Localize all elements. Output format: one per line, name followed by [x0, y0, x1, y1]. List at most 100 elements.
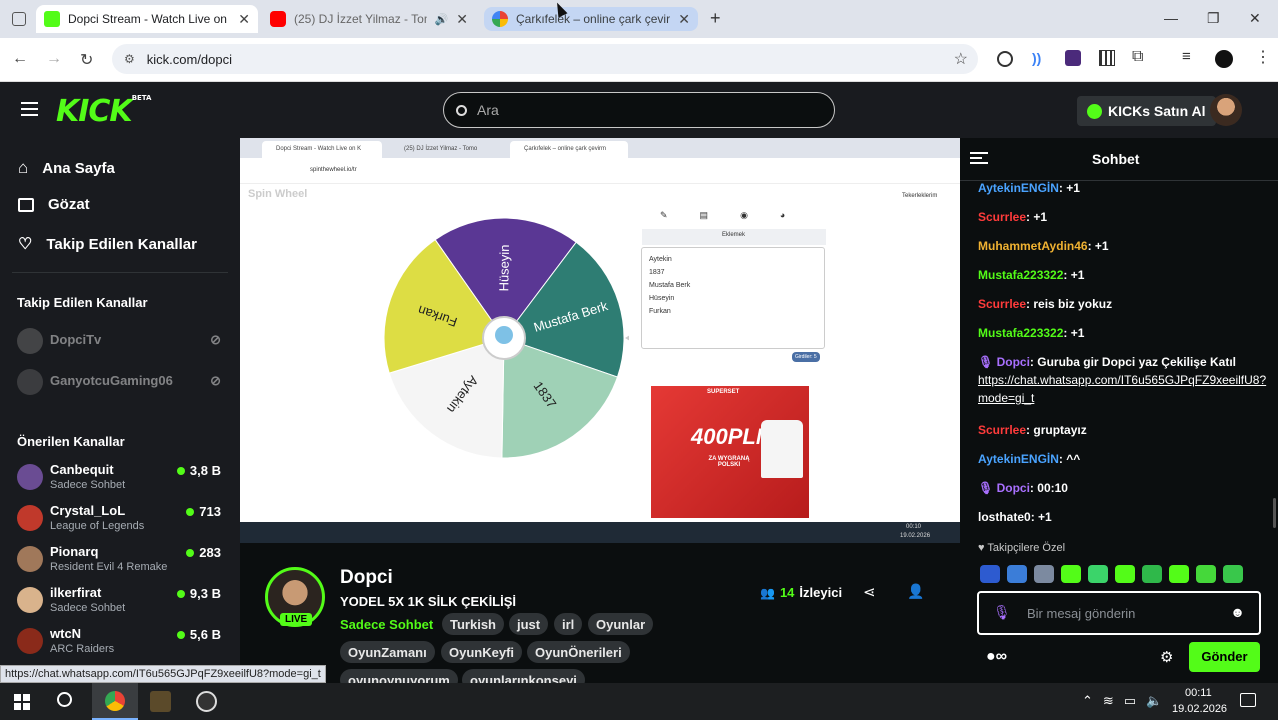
- kick-logo[interactable]: KICKBETA: [56, 94, 151, 129]
- address-bar[interactable]: ⚙ kick.com/dopci ☆: [112, 44, 978, 74]
- emote[interactable]: [1223, 565, 1243, 583]
- tag[interactable]: Turkish: [442, 613, 504, 635]
- chat-input[interactable]: 🎙 Bir mesaj gönderin ☻: [977, 591, 1261, 635]
- mic-icon[interactable]: 🎙: [993, 604, 1011, 621]
- send-button[interactable]: Gönder: [1189, 642, 1260, 672]
- chat-settings-icon[interactable]: ⚙: [1160, 648, 1173, 666]
- chat-link[interactable]: https://chat.whatsapp.com/IT6u565GJPqFZ9…: [978, 371, 1268, 407]
- emote[interactable]: [1061, 565, 1081, 583]
- followed-channel[interactable]: DopciTv ⊘: [17, 324, 227, 360]
- chat-username[interactable]: Mustafa223322: [978, 268, 1063, 282]
- follow-icon[interactable]: 👤: [907, 583, 924, 600]
- emote[interactable]: [1142, 565, 1162, 583]
- emote[interactable]: [1007, 565, 1027, 583]
- chat-username[interactable]: Dopci: [997, 481, 1030, 495]
- chat-username[interactable]: Scurrlee: [978, 210, 1026, 224]
- tab-kick[interactable]: Dopci Stream - Watch Live on Kick ✕: [36, 5, 258, 33]
- taskbar-clock[interactable]: 00:11: [1185, 687, 1212, 699]
- purple-extension-icon[interactable]: [1065, 50, 1081, 66]
- chat-username[interactable]: losthate0: [978, 510, 1031, 524]
- chat-username[interactable]: Scurrlee: [978, 423, 1026, 437]
- tag[interactable]: oyunoynuyorum: [340, 669, 458, 683]
- stream-category[interactable]: Sadece Sohbet: [340, 617, 433, 632]
- recommended-channel[interactable]: ilkerfirat Sadece Sohbet 9,3 B: [17, 583, 227, 619]
- new-tab-button[interactable]: +: [710, 8, 721, 29]
- forward-button[interactable]: →: [46, 50, 62, 68]
- site-info-icon[interactable]: ⚙: [124, 52, 135, 66]
- recommended-channel[interactable]: Canbequit Sadece Sohbet 3,8 B: [17, 460, 227, 496]
- recommended-channel[interactable]: Crystal_LoL League of Legends 713: [17, 501, 227, 537]
- extension-icon[interactable]: [997, 51, 1013, 67]
- taskbar-date[interactable]: 19.02.2026: [1172, 703, 1227, 715]
- recommended-channel[interactable]: wtcN ARC Raiders 5,6 B: [17, 624, 227, 660]
- emote[interactable]: [980, 565, 1000, 583]
- tag[interactable]: oyunlarınkonseyi: [462, 669, 585, 683]
- tag[interactable]: Oyunlar: [588, 613, 654, 635]
- emoji-icon[interactable]: ☻: [1230, 604, 1245, 620]
- chat-username[interactable]: Mustafa223322: [978, 326, 1063, 340]
- close-tab-icon[interactable]: ✕: [238, 11, 250, 28]
- hamburger-menu-icon[interactable]: [21, 102, 38, 116]
- emote[interactable]: [1169, 565, 1189, 583]
- grid-extension-icon[interactable]: [1099, 50, 1115, 66]
- followed-channel[interactable]: GanyotcuGaming06 ⊘: [17, 365, 227, 401]
- stream-info: LIVE Dopci YODEL 5X 1K SİLK ÇEKİLİŞİ Sad…: [240, 543, 960, 683]
- emote[interactable]: [1115, 565, 1135, 583]
- back-button[interactable]: ←: [12, 50, 28, 68]
- tag[interactable]: just: [509, 613, 549, 635]
- buy-kicks-button[interactable]: KICKs Satın Al: [1077, 96, 1216, 126]
- kicks-points-icon[interactable]: ●∞: [986, 648, 1007, 666]
- sidebar-item-browse[interactable]: Gözat: [18, 196, 90, 213]
- share-icon[interactable]: ⋖: [863, 583, 876, 601]
- tab-wheel[interactable]: Çarkıfelek – online çark çevirme ✕: [484, 7, 698, 31]
- tag[interactable]: OyunZamanı: [340, 641, 435, 663]
- chat-username[interactable]: Scurrlee: [978, 297, 1026, 311]
- minimize-button[interactable]: —: [1164, 10, 1178, 26]
- search-input[interactable]: Ara: [443, 92, 835, 128]
- spin-wheel[interactable]: HüseyinMustafa Berk1837AytekinFurkan: [379, 213, 629, 463]
- windows-start-icon[interactable]: [14, 694, 30, 710]
- close-window-button[interactable]: ✕: [1249, 10, 1261, 27]
- emote[interactable]: [1088, 565, 1108, 583]
- chat-username[interactable]: Dopci: [997, 355, 1030, 369]
- chat-username[interactable]: MuhammetAydin46: [978, 239, 1088, 253]
- chrome-taskbar-icon[interactable]: [92, 683, 138, 720]
- sidebar-item-home[interactable]: ⌂ Ana Sayfa: [18, 158, 115, 178]
- bookmark-star-icon[interactable]: ☆: [954, 49, 968, 69]
- puzzle-extensions-icon[interactable]: ⧉: [1132, 48, 1143, 66]
- profile-icon[interactable]: [1215, 50, 1233, 68]
- emote[interactable]: [1196, 565, 1216, 583]
- media-control-icon[interactable]: ≡: [1182, 48, 1191, 65]
- recommended-channel[interactable]: Pionarq Resident Evil 4 Remake 283: [17, 542, 227, 578]
- reload-button[interactable]: ↻: [80, 50, 93, 70]
- audio-extension-icon[interactable]: )): [1032, 50, 1041, 66]
- chat-username[interactable]: AytekinENGİN: [978, 452, 1059, 466]
- obs-taskbar-icon[interactable]: [196, 691, 217, 712]
- tag[interactable]: irl: [554, 613, 583, 635]
- menu-dots-icon[interactable]: ⋮: [1255, 47, 1271, 67]
- close-tab-icon[interactable]: ✕: [678, 11, 690, 28]
- wifi-icon[interactable]: ≋: [1103, 693, 1114, 709]
- chevron-up-icon[interactable]: ⌃: [1082, 693, 1093, 709]
- chat-scrollbar[interactable]: [1273, 498, 1276, 528]
- streamer-name[interactable]: Dopci: [340, 567, 393, 589]
- emote[interactable]: [1034, 565, 1054, 583]
- app-taskbar-icon[interactable]: [150, 691, 171, 712]
- close-tab-icon[interactable]: ✕: [456, 11, 468, 28]
- tag[interactable]: OyunKeyfi: [441, 641, 523, 663]
- notifications-icon[interactable]: [1240, 693, 1256, 707]
- speaker-icon[interactable]: 🔊: [435, 13, 449, 26]
- taskbar-search-icon[interactable]: [57, 692, 72, 707]
- tab-search-icon[interactable]: [12, 12, 26, 26]
- battery-icon[interactable]: ▭: [1124, 693, 1136, 709]
- user-avatar[interactable]: [1210, 94, 1242, 126]
- tab-youtube[interactable]: (25) DJ İzzet Yilmaz - Tomorr 🔊 ✕: [262, 5, 476, 33]
- stream-video-player[interactable]: Dopci Stream - Watch Live on K (25) DJ İ…: [240, 138, 960, 543]
- tag[interactable]: OyunÖnerileri: [527, 641, 630, 663]
- volume-icon[interactable]: 🔈: [1146, 693, 1162, 709]
- tray-icons[interactable]: ⌃ ≋ ▭ 🔈: [1082, 693, 1162, 709]
- maximize-button[interactable]: ❐: [1207, 10, 1220, 27]
- sidebar-item-following[interactable]: ♡ Takip Edilen Kanallar: [18, 234, 197, 254]
- collapse-chat-icon[interactable]: [970, 152, 988, 164]
- chat-username[interactable]: AytekinENGİN: [978, 181, 1059, 195]
